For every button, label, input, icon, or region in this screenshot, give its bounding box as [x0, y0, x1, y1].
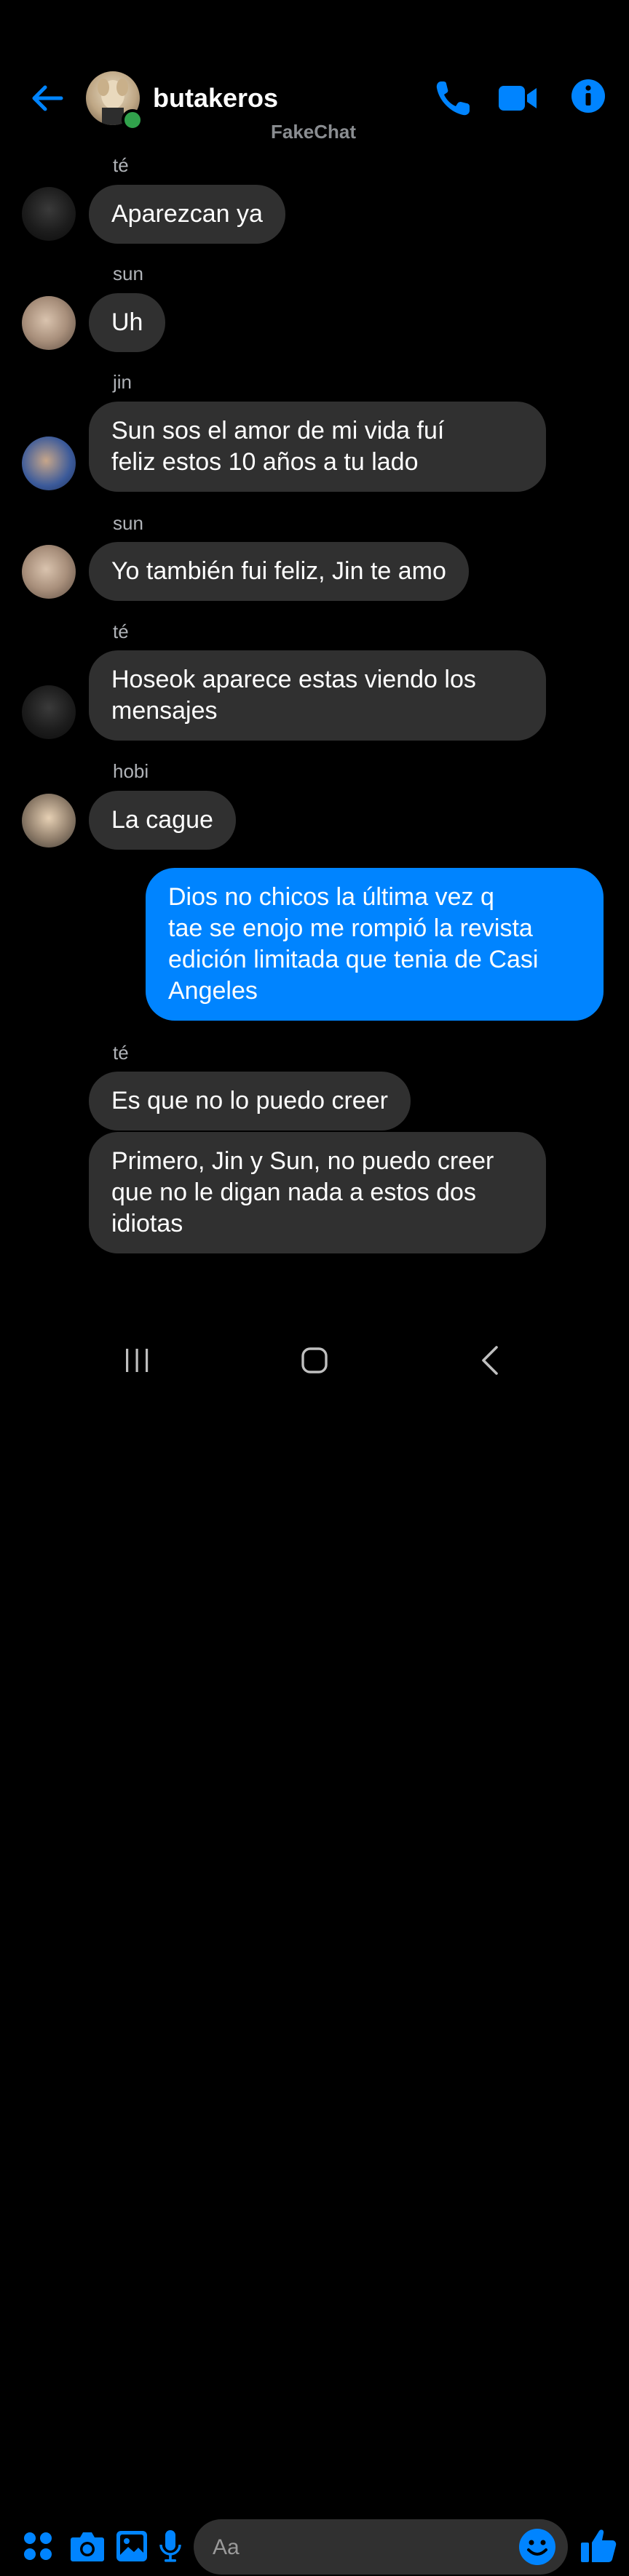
online-status-indicator — [122, 109, 143, 131]
app-watermark: FakeChat — [271, 121, 357, 143]
apps-icon[interactable] — [23, 2532, 52, 2561]
back-icon[interactable] — [462, 1339, 520, 1382]
sender-name: té — [113, 154, 129, 176]
message-bubble[interactable]: Sun sos el amor de mi vida fuí feliz est… — [89, 402, 546, 492]
info-icon[interactable] — [571, 79, 606, 113]
message-bubble[interactable]: Hoseok aparece estas viendo los mensajes — [89, 650, 546, 741]
avatar[interactable] — [22, 685, 76, 739]
sender-name: hobi — [113, 760, 149, 782]
message-bubble[interactable]: La cague — [89, 791, 236, 850]
camera-icon[interactable] — [70, 2530, 105, 2562]
recent-apps-icon[interactable] — [108, 1339, 166, 1382]
avatar[interactable] — [22, 187, 76, 241]
thumbs-up-icon[interactable] — [579, 2527, 617, 2564]
message-input[interactable] — [211, 2519, 505, 2576]
avatar[interactable] — [22, 296, 76, 350]
avatar[interactable] — [22, 545, 76, 599]
avatar[interactable] — [22, 794, 76, 848]
sender-name: té — [113, 621, 129, 642]
microphone-icon[interactable] — [159, 2529, 182, 2564]
message-bubble[interactable]: Primero, Jin y Sun, no puedo creer que n… — [89, 1132, 546, 1253]
message-bubble[interactable]: Aparezcan ya — [89, 185, 285, 244]
message-bubble[interactable]: Yo también fui feliz, Jin te amo — [89, 542, 469, 601]
gallery-icon[interactable] — [115, 2529, 149, 2563]
phone-icon[interactable] — [434, 79, 472, 118]
avatar[interactable] — [22, 436, 76, 490]
my-message-bubble[interactable]: Dios no chicos la última vez q tae se en… — [146, 868, 604, 1021]
system-navigation-bar — [0, 1324, 629, 1397]
message-input-container — [194, 2519, 568, 2576]
chat-header: butakeros FakeChat — [0, 0, 629, 156]
sender-name: sun — [113, 263, 143, 284]
chat-title[interactable]: butakeros — [153, 83, 278, 113]
sender-name: jin — [113, 371, 132, 393]
message-bubble[interactable]: Uh — [89, 293, 166, 352]
sender-name: sun — [113, 512, 143, 534]
home-icon[interactable] — [285, 1339, 344, 1382]
message-bubble[interactable]: Es que no lo puedo creer — [89, 1072, 411, 1131]
sender-name: té — [113, 1042, 129, 1064]
message-composer — [0, 1257, 629, 2576]
back-arrow-icon[interactable] — [29, 80, 66, 116]
emoji-icon[interactable] — [518, 2528, 556, 2566]
video-camera-icon[interactable] — [497, 83, 538, 113]
